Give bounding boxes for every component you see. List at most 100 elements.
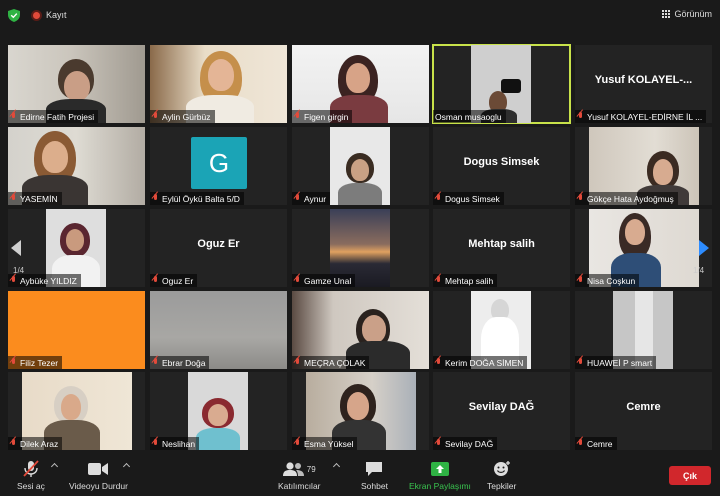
participant-label: Mehtap salih: [433, 274, 498, 287]
participant-display-name: Cemre: [626, 401, 661, 413]
camera-icon: [88, 460, 109, 478]
arrow-right-icon: [699, 240, 709, 256]
participant-tile[interactable]: Figen girgin: [292, 45, 429, 123]
participant-display-name: Mehtap salih: [468, 238, 535, 250]
participant-tile[interactable]: Neslihan: [150, 372, 287, 450]
participant-label: Sevilay DAĞ: [433, 437, 498, 450]
participant-tile[interactable]: Sevilay DAĞ Sevilay DAĞ: [433, 372, 570, 450]
mic-muted-icon: [294, 112, 301, 121]
stop-video-button[interactable]: Videoyu Durdur: [69, 460, 128, 491]
participant-label: Neslihan: [150, 437, 200, 450]
mic-muted-icon: [435, 439, 442, 448]
participant-tile[interactable]: Kerim DOĞA SİMEN: [433, 291, 570, 369]
participant-tile[interactable]: Yusuf KOLAYEL-... Yusuf KOLAYEL-EDİRNE İ…: [575, 45, 712, 123]
participant-label: Osman musaoglu: [433, 110, 506, 123]
share-screen-icon: [430, 460, 450, 478]
previous-page-button[interactable]: [9, 233, 23, 263]
participant-tile[interactable]: Gamze Unal: [292, 209, 429, 287]
shield-icon[interactable]: [8, 9, 20, 22]
participant-label: Nisa Coşkun: [575, 274, 640, 287]
next-page-button[interactable]: [697, 233, 711, 263]
participant-tile[interactable]: Ebrar Doğa: [150, 291, 287, 369]
participant-label: Figen girgin: [292, 110, 353, 123]
mic-muted-icon: [577, 276, 584, 285]
participant-tile[interactable]: Aybüke YILDIZ: [8, 209, 145, 287]
unmute-button[interactable]: Sesi aç: [17, 460, 45, 491]
mic-muted-icon: [577, 194, 584, 203]
participants-icon: [282, 462, 304, 476]
participant-tile[interactable]: Nisa Coşkun: [575, 209, 712, 287]
participant-label: Cemre: [575, 437, 617, 450]
mic-muted-icon: [23, 460, 39, 478]
participant-label: Yusuf KOLAYEL-EDİRNE İL ...: [575, 110, 707, 123]
participant-tile[interactable]: Mehtap salih Mehtap salih: [433, 209, 570, 287]
mic-muted-icon: [577, 439, 584, 448]
audio-options-caret[interactable]: [50, 462, 59, 471]
participant-tile[interactable]: Edirne Fatih Projesi: [8, 45, 145, 123]
reactions-button[interactable]: Tepkiler: [487, 460, 516, 491]
participant-tile[interactable]: Oguz Er Oguz Er: [150, 209, 287, 287]
mic-muted-icon: [152, 358, 159, 367]
mic-muted-icon: [294, 276, 301, 285]
participant-tile[interactable]: Gökçe Hata Aydoğmuş: [575, 127, 712, 205]
participant-video: [330, 127, 390, 205]
mic-muted-icon: [435, 358, 442, 367]
participant-label: Kerim DOĞA SİMEN: [433, 356, 528, 369]
record-label[interactable]: Kayıt: [46, 10, 67, 20]
participant-label: Filiz Tezer: [8, 356, 63, 369]
page-indicator-right: 1/4: [693, 266, 705, 275]
participant-tile[interactable]: Aynur: [292, 127, 429, 205]
participant-label: HUAWEİ P smart: [575, 356, 657, 369]
mic-muted-icon: [10, 194, 17, 203]
participant-label: MEÇRA ÇOLAK: [292, 356, 370, 369]
leave-meeting-button[interactable]: Çık: [669, 466, 711, 485]
participants-button[interactable]: 79 Katılımcılar: [278, 460, 321, 491]
participant-tile-active-speaker[interactable]: Osman musaoglu: [432, 44, 571, 124]
participant-tile[interactable]: HUAWEİ P smart: [575, 291, 712, 369]
mic-muted-icon: [435, 194, 442, 203]
participant-tile[interactable]: Dogus Simsek Dogus Simsek: [433, 127, 570, 205]
mic-muted-icon: [152, 194, 159, 203]
mic-muted-icon: [10, 112, 17, 121]
participant-label: Aylin Gürbüz: [150, 110, 215, 123]
participant-tile[interactable]: G Eylül Öykü Balta 5/D: [150, 127, 287, 205]
participants-count: 79: [306, 464, 316, 474]
smiley-icon: [493, 460, 511, 478]
mic-muted-icon: [10, 439, 17, 448]
participant-label: Ebrar Doğa: [150, 356, 210, 369]
mic-muted-icon: [577, 112, 584, 121]
participant-tile[interactable]: Cemre Cemre: [575, 372, 712, 450]
participant-label: Aynur: [292, 192, 331, 205]
participant-label: Gamze Unal: [292, 274, 356, 287]
participant-label: Oguz Er: [150, 274, 198, 287]
participant-display-name: Sevilay DAĞ: [468, 401, 535, 413]
share-screen-button[interactable]: Ekran Paylaşımı: [409, 460, 471, 491]
mic-muted-icon: [152, 276, 159, 285]
record-icon[interactable]: [31, 10, 42, 21]
participant-label: Aybüke YILDIZ: [8, 274, 81, 287]
arrow-left-icon: [11, 240, 21, 256]
participant-label: Edirne Fatih Projesi: [8, 110, 99, 123]
participant-tile[interactable]: YASEMİN: [8, 127, 145, 205]
participant-label: Dogus Simsek: [433, 192, 504, 205]
meeting-toolbar: Sesi aç Videoyu Durdur 79 Katılımcılar S…: [0, 456, 720, 496]
mic-muted-icon: [152, 439, 159, 448]
participants-options-caret[interactable]: [332, 462, 341, 471]
participant-label: Eylül Öykü Balta 5/D: [150, 192, 244, 205]
participant-tile[interactable]: MEÇRA ÇOLAK: [292, 291, 429, 369]
participant-tile[interactable]: Dilek Araz: [8, 372, 145, 450]
participant-tile[interactable]: Aylin Gürbüz: [150, 45, 287, 123]
participant-avatar: G: [191, 137, 247, 189]
mic-muted-icon: [294, 439, 301, 448]
mic-muted-icon: [294, 358, 301, 367]
chat-button[interactable]: Sohbet: [361, 460, 388, 491]
mic-muted-icon: [435, 276, 442, 285]
page-indicator-left: 1/4: [13, 266, 25, 275]
participant-display-name: Dogus Simsek: [463, 156, 540, 168]
mic-muted-icon: [577, 358, 584, 367]
participant-tile[interactable]: Esma Yüksel: [292, 372, 429, 450]
participant-tile[interactable]: Filiz Tezer: [8, 291, 145, 369]
grid-icon: [662, 10, 671, 18]
participant-display-name: Oguz Er: [197, 238, 240, 250]
view-button[interactable]: Görünüm: [662, 9, 712, 19]
